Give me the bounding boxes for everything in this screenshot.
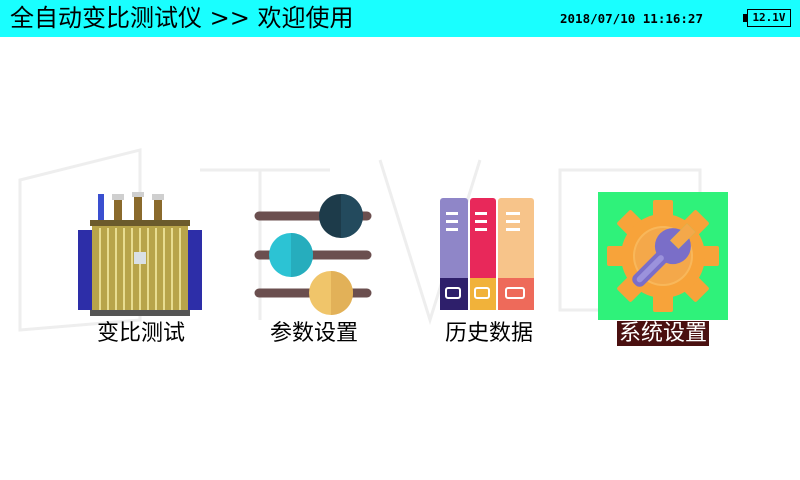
menu-item-history-data[interactable]: 历史数据 (424, 192, 554, 352)
sliders-icon (254, 194, 372, 315)
gear-wrench-icon (598, 192, 728, 320)
menu-label: 参数设置 (269, 321, 358, 346)
menu-item-parameter-settings[interactable]: 参数设置 (249, 192, 379, 352)
menu-item-system-settings[interactable]: 系统设置 (598, 192, 728, 352)
page-title: 全自动变比测试仪 >> 欢迎使用 (10, 4, 354, 32)
menu-label: 历史数据 (444, 321, 533, 346)
transformer-icon (78, 192, 202, 316)
menu-label: 变比测试 (96, 321, 185, 346)
menu-item-ratio-test[interactable]: 变比测试 (76, 192, 206, 352)
datetime-display: 2018/07/10 11:16:27 (560, 11, 703, 26)
menu-label: 系统设置 (616, 321, 709, 346)
binders-icon (440, 198, 534, 310)
battery-indicator: 12.1V (743, 9, 795, 29)
battery-voltage: 12.1V (747, 9, 791, 27)
title-bar: 全自动变比测试仪 >> 欢迎使用 2018/07/10 11:16:27 12.… (0, 0, 800, 37)
